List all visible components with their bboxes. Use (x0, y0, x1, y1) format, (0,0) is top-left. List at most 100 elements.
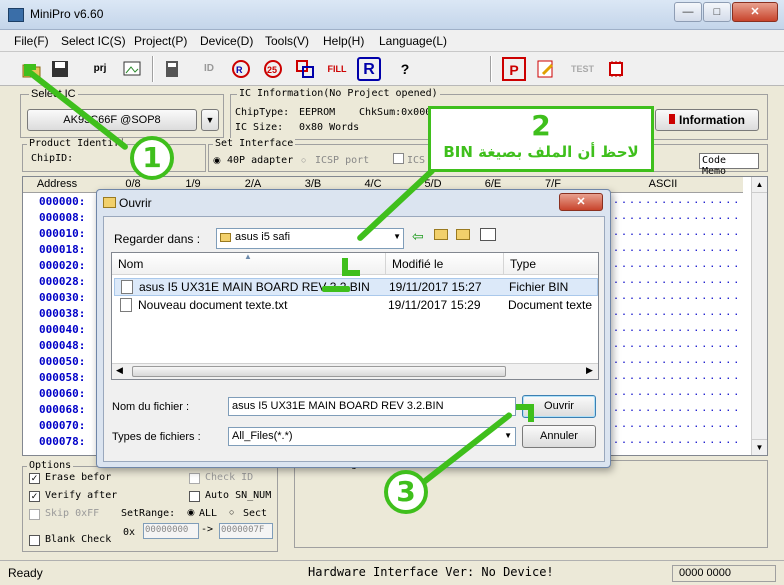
hex-ascii: ................ (613, 259, 738, 270)
product-id-group: Product Identifi ChipID: (22, 138, 206, 172)
range-sect-label: Sect (243, 508, 268, 519)
horizontal-scrollbar[interactable]: ◀ ▶ (112, 363, 598, 379)
back-icon[interactable]: ⇦ (412, 228, 424, 245)
chip-icon[interactable] (160, 57, 184, 81)
note-box: 2 لاحظ أن الملف بصيغة BIN (428, 106, 654, 172)
file-row[interactable]: Nouveau document texte.txt 19/11/2017 15… (114, 297, 598, 315)
save-icon[interactable] (48, 57, 72, 81)
scroll-up-icon[interactable]: ▲ (752, 177, 767, 193)
autosn-label: Auto SN_NUM (205, 490, 272, 501)
range-sect-radio[interactable]: ○ (229, 507, 234, 517)
arrow3-head-icon (516, 404, 534, 422)
parent-folder-icon[interactable] (434, 229, 448, 240)
hex-address: 000030: (39, 291, 86, 304)
hex-address: 000050: (39, 355, 86, 368)
menu-help[interactable]: Help(H) (323, 34, 364, 48)
view-menu-icon[interactable] (480, 228, 496, 241)
new-folder-icon[interactable] (456, 229, 470, 240)
ic-chip-icon[interactable] (604, 57, 628, 81)
p-icon[interactable]: P (502, 57, 526, 81)
chksum-label: ChkSum:0x000 (359, 107, 432, 118)
erase-checkbox[interactable]: ✓ (29, 473, 40, 484)
range-to-input[interactable]: 0000007F (219, 523, 273, 539)
project-icon[interactable]: prj (88, 57, 112, 81)
range-all-radio[interactable]: ◉ (187, 507, 195, 518)
menu-file[interactable]: File(F) (14, 34, 49, 48)
skip-label: Skip 0xFF (45, 508, 100, 519)
dialog-title: Ouvrir (119, 196, 152, 210)
verify-label: Verify after (45, 490, 118, 501)
help-label: ? (400, 61, 410, 77)
chip-dropdown-button[interactable]: ▼ (201, 109, 219, 131)
maximize-button[interactable]: □ (703, 2, 731, 22)
device-id-icon[interactable]: ID (197, 57, 221, 81)
hex-address: 000028: (39, 275, 86, 288)
edit-icon[interactable] (534, 57, 558, 81)
icsp-radio[interactable]: ○ (301, 155, 306, 165)
hex-ascii: ................ (613, 387, 738, 398)
options-title: Options (27, 460, 74, 471)
file-row-selected[interactable]: asus I5 UX31E MAIN BOARD REV 3.2.BIN 19/… (114, 278, 598, 296)
ic-info-title: IC Information(No Project opened) (237, 88, 440, 99)
hex-ascii: ................ (613, 211, 738, 222)
menu-project[interactable]: Project(P) (134, 34, 187, 48)
filename-input[interactable]: asus I5 UX31E MAIN BOARD REV 3.2.BIN (228, 397, 516, 416)
device-image-icon[interactable] (120, 57, 144, 81)
blank-checkbox[interactable] (29, 535, 40, 546)
skip-checkbox[interactable] (29, 509, 40, 520)
verify-icon[interactable]: 25 (261, 57, 285, 81)
col-modified[interactable]: Modifié le (386, 253, 504, 275)
note-text: لاحظ أن الملف بصيغة BIN (443, 143, 639, 161)
hex-address: 000010: (39, 227, 86, 240)
selected-chip-button[interactable]: AK93C66F @SOP8 (27, 109, 197, 131)
help-icon[interactable]: ? (393, 57, 417, 81)
look-in-select[interactable]: asus i5 safi ▼ (216, 228, 404, 249)
chiptype-value: EEPROM (299, 107, 336, 118)
size-label: IC Size: (235, 122, 284, 133)
autosn-checkbox[interactable] (189, 491, 200, 502)
scroll-thumb[interactable] (132, 366, 506, 377)
code-memo-tab[interactable]: Code Memo (699, 153, 759, 177)
hex-ascii: ................ (613, 323, 738, 334)
erase-label: Erase befor (45, 472, 112, 483)
fill-icon[interactable]: FILL (325, 57, 349, 81)
step3-badge: 3 (384, 470, 428, 514)
hex-address: 000058: (39, 371, 86, 384)
cancel-button[interactable]: Annuler (522, 425, 596, 448)
compare-icon[interactable] (293, 57, 317, 81)
file-name: Nouveau document texte.txt (138, 298, 288, 312)
svg-text:R: R (236, 65, 243, 75)
blank-label: Blank Check (45, 534, 112, 545)
test-label: TEST (571, 64, 595, 74)
hex-address: 000078: (39, 435, 86, 448)
minimize-button[interactable]: — (674, 2, 702, 22)
menu-tools[interactable]: Tools(V) (265, 34, 309, 48)
title-bar: MiniPro v6.60 — □ ✕ (0, 0, 784, 30)
r-icon[interactable]: R (357, 57, 381, 81)
file-date: 19/11/2017 15:29 (388, 298, 481, 312)
test-icon[interactable]: TEST (570, 57, 594, 81)
scroll-right-icon[interactable]: ▶ (586, 365, 593, 376)
icsp-vcc-checkbox[interactable] (393, 153, 404, 164)
range-from-input[interactable]: 00000000 (143, 523, 199, 539)
look-in-chevron-down-icon: ▼ (393, 232, 401, 241)
information-button[interactable]: Information (655, 109, 759, 131)
col-type[interactable]: Type (504, 253, 598, 275)
look-in-value: asus i5 safi (235, 231, 291, 243)
hex-scrollbar[interactable]: ▲ ▼ (751, 177, 767, 455)
toolbar: prj ID R 25 FILL R ? P TEST (0, 52, 784, 86)
dialog-close-button[interactable]: ✕ (559, 193, 603, 211)
checkid-checkbox[interactable] (189, 473, 200, 484)
r-label: R (363, 61, 375, 78)
read-icon[interactable]: R (229, 57, 253, 81)
interface-title: Set Interface (213, 138, 296, 149)
adapter-radio[interactable]: ◉ (213, 155, 221, 166)
menu-device[interactable]: Device(D) (200, 34, 253, 48)
scroll-left-icon[interactable]: ◀ (116, 365, 123, 376)
p-label: P (509, 62, 519, 78)
menu-select-ic[interactable]: Select IC(S) (61, 34, 126, 48)
close-button[interactable]: ✕ (732, 2, 778, 22)
menu-language[interactable]: Language(L) (379, 34, 447, 48)
scroll-down-icon[interactable]: ▼ (752, 439, 767, 455)
verify-checkbox[interactable]: ✓ (29, 491, 40, 502)
